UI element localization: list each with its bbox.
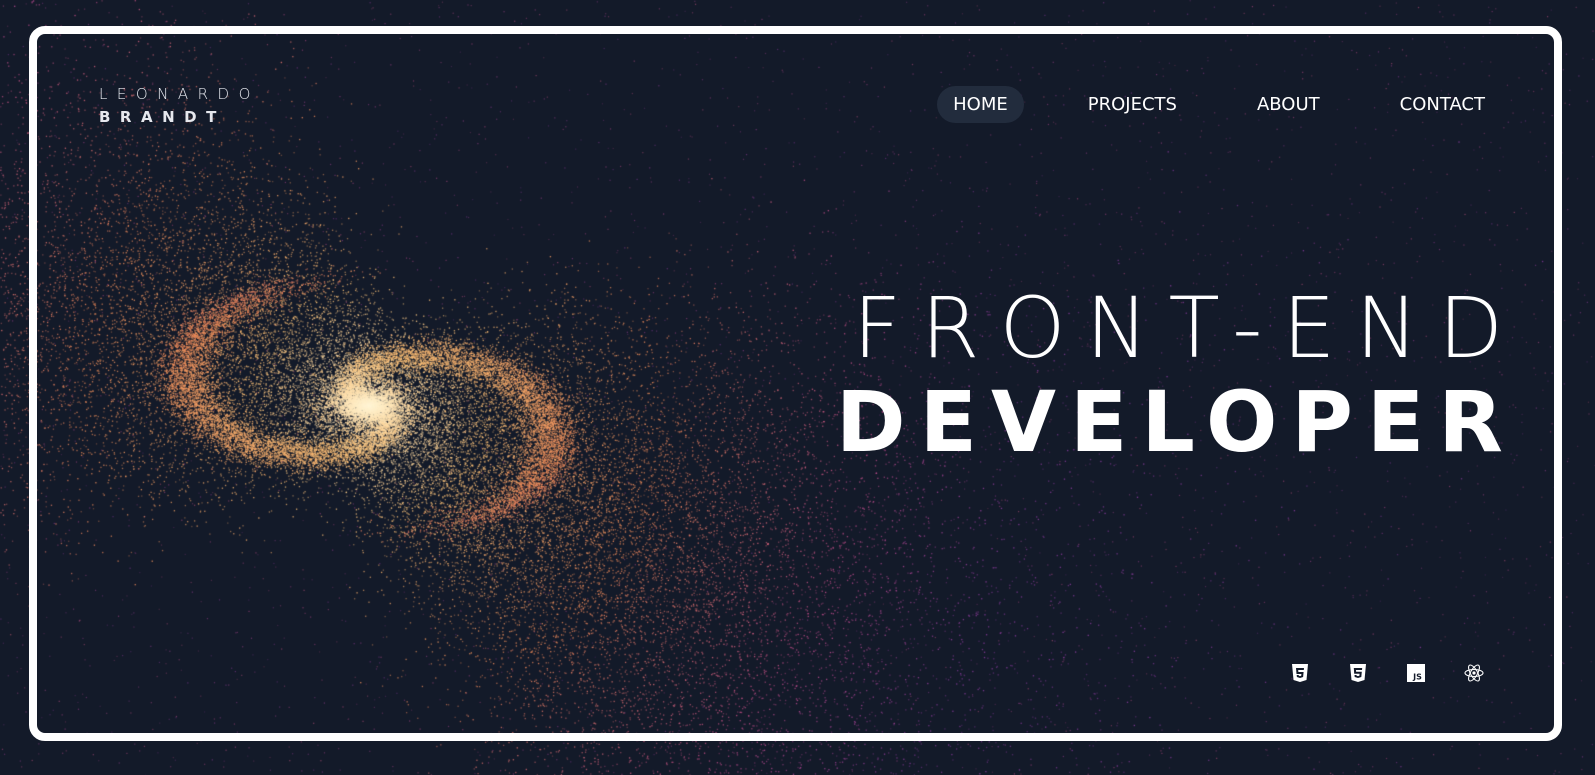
hero-line-developer: DEVELOPER [835, 373, 1517, 471]
brand-last-name: BRANDT [99, 108, 226, 126]
html5-icon[interactable] [1290, 663, 1310, 683]
nav-home[interactable]: HOME [937, 86, 1024, 123]
react-icon[interactable] [1464, 663, 1484, 683]
main-nav: HOME PROJECTS ABOUT CONTACT [937, 86, 1501, 123]
nav-contact[interactable]: CONTACT [1384, 86, 1501, 123]
tech-stack-icons: JS [1290, 663, 1484, 683]
brand-first-name: LEONARDO [99, 85, 260, 103]
landing-page: LEONARDO BRANDT HOME PROJECTS ABOUT CONT… [0, 0, 1595, 775]
javascript-icon[interactable]: JS [1406, 663, 1426, 683]
nav-about[interactable]: ABOUT [1241, 86, 1336, 123]
svg-text:JS: JS [1412, 673, 1422, 682]
nav-projects[interactable]: PROJECTS [1072, 86, 1193, 123]
hero-line-front-end: FRONT-END [852, 279, 1523, 377]
hero-heading: FRONT-END DEVELOPER [836, 282, 1503, 470]
brand-logo[interactable]: LEONARDO BRANDT [99, 83, 260, 129]
css3-icon[interactable] [1348, 663, 1368, 683]
